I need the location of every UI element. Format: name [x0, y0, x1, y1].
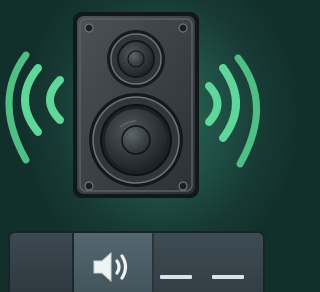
woofer [89, 93, 183, 187]
taskbar-segment-left[interactable] [10, 233, 74, 292]
taskbar [8, 231, 265, 292]
volume-icon[interactable] [92, 250, 136, 284]
indicator-dash [212, 275, 244, 279]
sound-waves-right-outer-icon [234, 54, 260, 168]
indicator-dash [160, 275, 192, 279]
speaker-icon [73, 12, 199, 198]
sound-waves-right-icon [205, 64, 240, 142]
taskbar-segment-right [154, 233, 263, 292]
tweeter [107, 30, 165, 88]
sound-waves-left-icon [21, 64, 64, 136]
